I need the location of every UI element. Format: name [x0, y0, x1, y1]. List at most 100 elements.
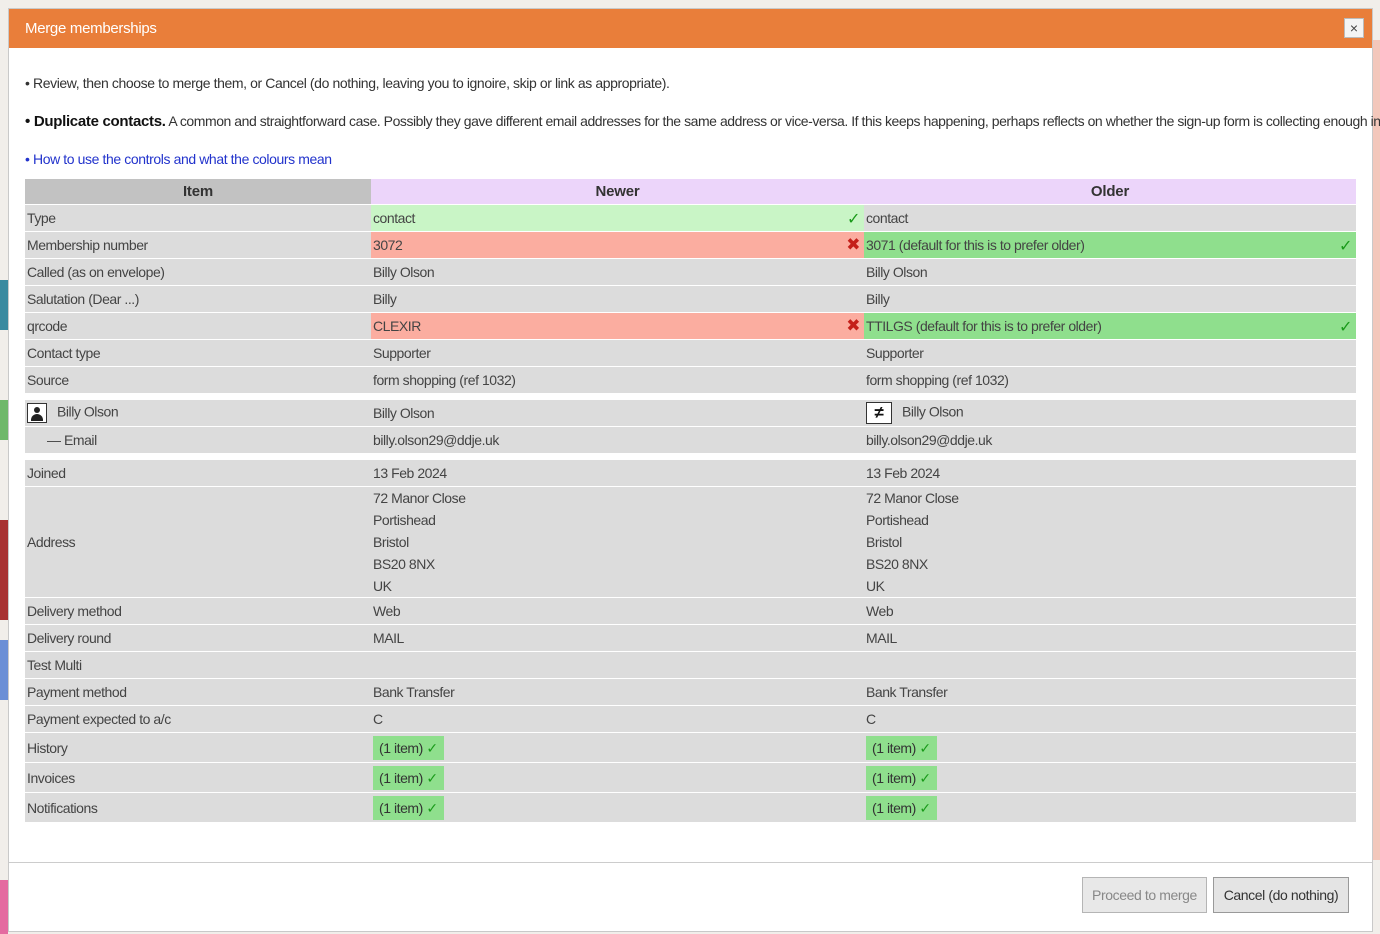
test-multi-newer-cell[interactable] — [371, 652, 864, 679]
delivery-round-newer-cell[interactable]: MAIL — [371, 625, 864, 652]
address-label: Address — [27, 534, 76, 550]
email-older-cell[interactable]: billy.olson29@ddje.uk — [864, 427, 1356, 454]
footer-divider — [9, 862, 1372, 863]
joined-newer-cell[interactable]: 13 Feb 2024 — [371, 460, 864, 487]
dialog-content: • Review, then choose to merge them, or … — [9, 75, 1380, 823]
address-line: 72 Manor Close — [866, 490, 959, 506]
badge-text: (1 item) — [872, 739, 916, 756]
joined-older-cell[interactable]: 13 Feb 2024 — [864, 460, 1356, 487]
row-label: Test Multi — [25, 652, 371, 679]
qrcode-newer-cell[interactable]: CLEXIR ✖ — [371, 313, 864, 340]
address-line: Portishead — [373, 512, 436, 528]
row-test-multi: Test Multi — [25, 652, 1356, 679]
row-label: Notifications — [25, 793, 371, 823]
contact-type-older-cell[interactable]: Supporter — [864, 340, 1356, 367]
qrcode-older-cell[interactable]: TTILGS (default for this is to prefer ol… — [864, 313, 1356, 340]
row-payment-account: Payment expected to a/c C C — [25, 706, 1356, 733]
not-equal-icon[interactable]: ≠ — [866, 402, 892, 424]
membership-older-cell[interactable]: 3071 (default for this is to prefer olde… — [864, 232, 1356, 259]
invoices-newer-cell: (1 item) ✓ — [371, 763, 864, 793]
row-type: Type contact ✓ contact — [25, 205, 1356, 232]
item-count-badge[interactable]: (1 item) ✓ — [373, 795, 444, 820]
history-newer-cell: (1 item) ✓ — [371, 733, 864, 763]
item-count-badge[interactable]: (1 item) ✓ — [373, 765, 444, 790]
close-button[interactable]: × — [1344, 18, 1364, 38]
tick-icon: ✓ — [1339, 319, 1352, 336]
source-older-cell[interactable]: form shopping (ref 1032) — [864, 367, 1356, 394]
person-newer-cell[interactable]: Billy Olson — [371, 400, 864, 427]
duplicate-description: A common and straightforward case. Possi… — [165, 113, 1380, 129]
row-contact-type: Contact type Supporter Supporter — [25, 340, 1356, 367]
row-qrcode: qrcode CLEXIR ✖ TTILGS (default for this … — [25, 313, 1356, 340]
tick-icon: ✓ — [426, 799, 438, 816]
address-older-cell[interactable]: 72 Manor Close Portishead Bristol BS20 8… — [864, 487, 1356, 598]
type-older-cell[interactable]: contact — [864, 205, 1356, 232]
cancel-button[interactable]: Cancel (do nothing) — [1213, 877, 1349, 913]
row-invoices: Invoices (1 item) ✓ (1 item) ✓ — [25, 763, 1356, 793]
dialog-title: Merge memberships — [25, 20, 157, 37]
tick-icon: ✓ — [1339, 238, 1352, 255]
notifications-newer-cell: (1 item) ✓ — [371, 793, 864, 823]
row-label: Type — [25, 205, 371, 232]
item-count-badge[interactable]: (1 item) ✓ — [866, 795, 937, 820]
badge-text: (1 item) — [872, 799, 916, 816]
merge-dialog: Merge memberships × • Review, then choos… — [8, 8, 1380, 932]
row-label: History — [25, 733, 371, 763]
badge-text: (1 item) — [872, 769, 916, 786]
payment-account-older-cell[interactable]: C — [864, 706, 1356, 733]
payment-method-older-cell[interactable]: Bank Transfer — [864, 679, 1356, 706]
row-label: Invoices — [25, 763, 371, 793]
delivery-method-older-cell[interactable]: Web — [864, 598, 1356, 625]
tick-icon: ✓ — [847, 211, 860, 228]
called-newer-cell[interactable]: Billy Olson — [371, 259, 864, 286]
cell-value: Billy Olson — [902, 403, 964, 420]
item-count-badge[interactable]: (1 item) ✓ — [866, 735, 937, 760]
row-label: qrcode — [25, 313, 371, 340]
called-older-cell[interactable]: Billy Olson — [864, 259, 1356, 286]
contact-type-newer-cell[interactable]: Supporter — [371, 340, 864, 367]
address-line: Bristol — [373, 534, 409, 550]
payment-account-newer-cell[interactable]: C — [371, 706, 864, 733]
source-newer-cell[interactable]: form shopping (ref 1032) — [371, 367, 864, 394]
test-multi-older-cell[interactable] — [864, 652, 1356, 679]
cross-icon: ✖ — [846, 316, 860, 335]
intro-text: • Review, then choose to merge them, or … — [25, 75, 670, 91]
membership-newer-cell[interactable]: 3072 ✖ — [371, 232, 864, 259]
merge-table: Item Newer Older Type contact ✓ contact M… — [25, 179, 1356, 823]
type-newer-cell[interactable]: contact ✓ — [371, 205, 864, 232]
row-membership-number: Membership number 3072 ✖ 3071 (default fo… — [25, 232, 1356, 259]
notifications-older-cell: (1 item) ✓ — [864, 793, 1356, 823]
item-count-badge[interactable]: (1 item) ✓ — [866, 765, 937, 790]
badge-text: (1 item) — [379, 769, 423, 786]
row-label: Payment method — [25, 679, 371, 706]
proceed-to-merge-button[interactable]: Proceed to merge — [1082, 877, 1207, 913]
row-email: — Email billy.olson29@ddje.uk billy.olso… — [25, 427, 1356, 454]
header-item: Item — [25, 179, 371, 205]
email-newer-cell[interactable]: billy.olson29@ddje.uk — [371, 427, 864, 454]
row-label: Membership number — [25, 232, 371, 259]
row-called: Called (as on envelope) Billy Olson Bill… — [25, 259, 1356, 286]
delivery-method-newer-cell[interactable]: Web — [371, 598, 864, 625]
row-address: Address 72 Manor Close Portishead Bristo… — [25, 487, 1356, 598]
address-line: Bristol — [866, 534, 902, 550]
row-history: History (1 item) ✓ (1 item) ✓ — [25, 733, 1356, 763]
cell-value: CLEXIR — [373, 318, 421, 334]
row-person: Billy Olson Billy Olson ≠ Billy Olson — [25, 400, 1356, 427]
person-name: Billy Olson — [57, 403, 119, 420]
item-count-badge[interactable]: (1 item) ✓ — [373, 735, 444, 760]
invoices-older-cell: (1 item) ✓ — [864, 763, 1356, 793]
badge-text: (1 item) — [379, 799, 423, 816]
background-strip — [1372, 40, 1380, 860]
address-newer-cell[interactable]: 72 Manor Close Portishead Bristol BS20 8… — [371, 487, 864, 598]
howto-link[interactable]: • How to use the controls and what the c… — [25, 151, 1356, 171]
delivery-round-older-cell[interactable]: MAIL — [864, 625, 1356, 652]
person-older-cell[interactable]: ≠ Billy Olson — [864, 400, 1356, 427]
row-joined: Joined 13 Feb 2024 13 Feb 2024 — [25, 460, 1356, 487]
person-icon — [27, 403, 47, 423]
background-strip — [0, 280, 8, 330]
salutation-newer-cell[interactable]: Billy — [371, 286, 864, 313]
payment-method-newer-cell[interactable]: Bank Transfer — [371, 679, 864, 706]
background-strip — [0, 400, 8, 440]
address-line: 72 Manor Close — [373, 490, 466, 506]
salutation-older-cell[interactable]: Billy — [864, 286, 1356, 313]
